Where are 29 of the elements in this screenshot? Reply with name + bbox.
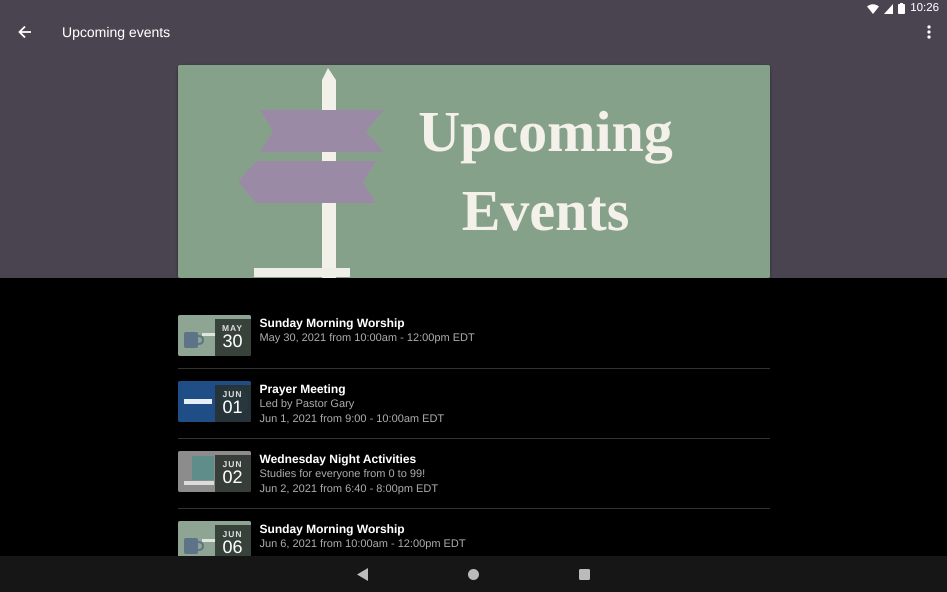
event-detail: May 30, 2021 from 10:00am - 12:00pm EDT: [260, 331, 475, 346]
recents-icon[interactable]: [579, 568, 590, 580]
wifi-icon: [867, 4, 880, 14]
date-month: MAY: [222, 324, 244, 332]
date-day: 01: [222, 398, 243, 418]
signal-icon: [884, 4, 894, 14]
clock-time: 10:26: [910, 1, 939, 16]
date-day: 06: [222, 538, 243, 556]
event-detail: Jun 1, 2021 from 9:00 - 10:00am EDT: [260, 412, 444, 426]
date-day: 30: [222, 332, 243, 352]
event-detail: Led by Pastor Gary: [260, 397, 356, 412]
event-title[interactable]: Sunday Morning Worship: [260, 316, 475, 331]
back-icon[interactable]: [357, 568, 368, 580]
event-detail: Jun 2, 2021 from 6:40 - 8:00pm EDT: [260, 482, 438, 496]
back-arrow-icon[interactable]: [18, 25, 32, 40]
more-options-icon[interactable]: [927, 25, 931, 40]
date-month: JUN: [222, 390, 242, 398]
date-day: 02: [222, 468, 243, 488]
date-month: JUN: [222, 530, 242, 538]
battery-icon: [898, 3, 906, 14]
page-title: Upcoming events: [62, 22, 172, 42]
banner-title: Upcoming Events: [417, 98, 674, 244]
event-title[interactable]: Wednesday Night Activities: [260, 452, 438, 467]
date-month: JUN: [222, 460, 242, 468]
event-title[interactable]: Sunday Morning Worship: [260, 522, 466, 537]
event-title[interactable]: Prayer Meeting: [260, 382, 444, 397]
event-detail: Jun 6, 2021 from 10:00am - 12:00pm EDT: [260, 537, 466, 552]
event-detail: Studies for everyone from 0 to 99!: [260, 467, 426, 482]
home-icon[interactable]: [468, 568, 479, 580]
